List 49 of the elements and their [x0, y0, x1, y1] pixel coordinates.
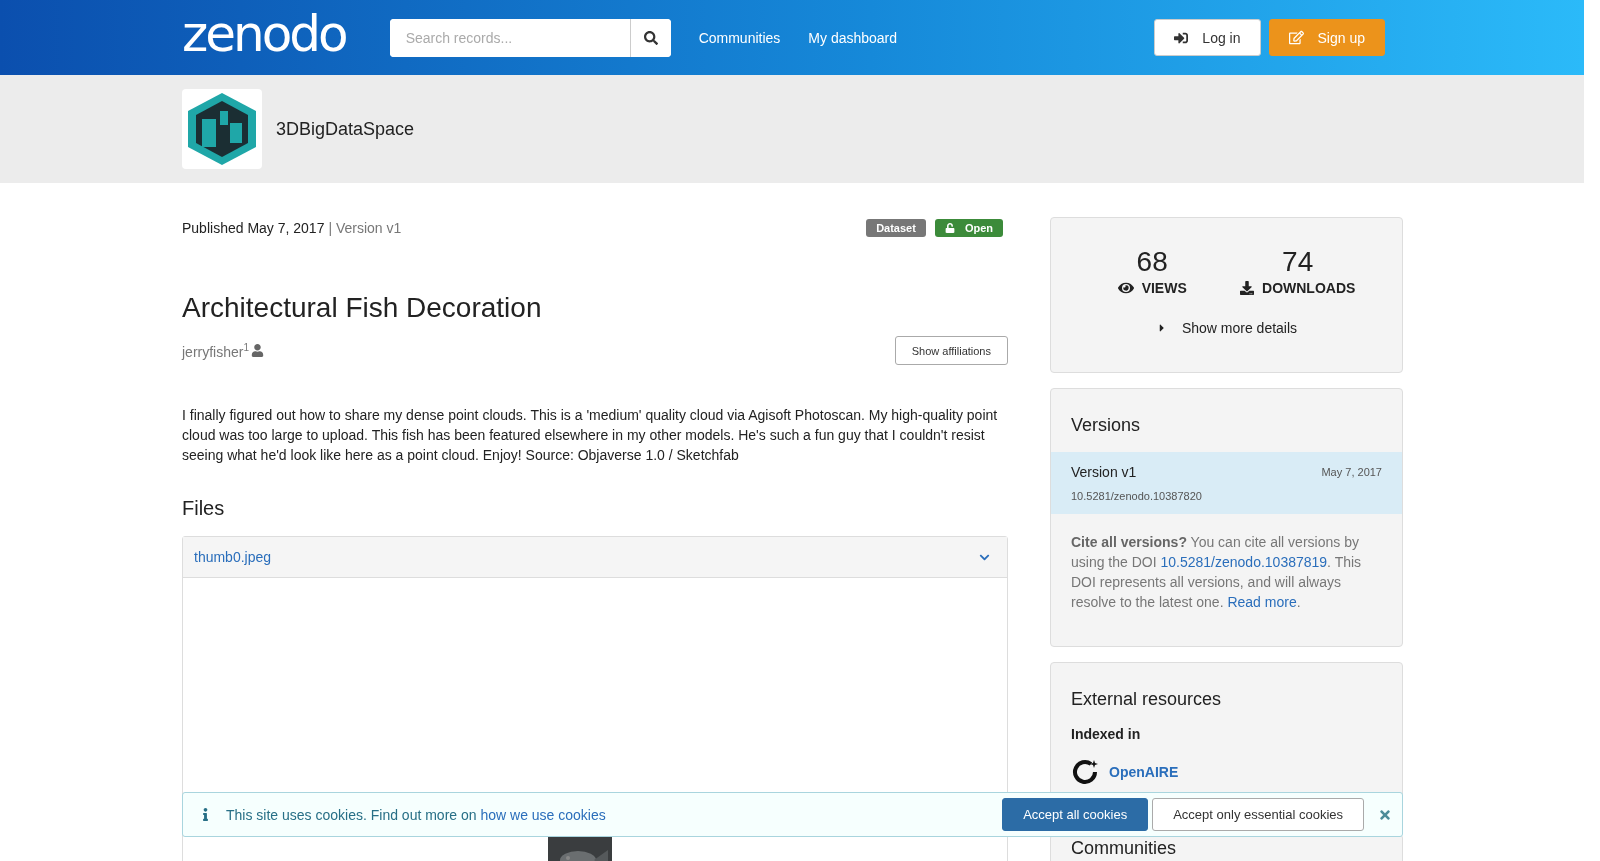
version-doi: 10.5281/zenodo.10387820: [1071, 490, 1203, 502]
search-icon: [643, 30, 658, 45]
eye-icon: [1117, 280, 1134, 296]
doi-link[interactable]: 10.5281/zenodo.10387819: [1160, 554, 1328, 570]
cookie-link[interactable]: how we use cookies: [480, 806, 606, 823]
affiliations-button[interactable]: Show affiliations: [894, 336, 1008, 365]
stat-value: 74: [1282, 248, 1314, 276]
openaire-link[interactable]: OpenAIRE: [1109, 764, 1179, 780]
login-button[interactable]: Log in: [1154, 19, 1261, 56]
nav-link[interactable]: My dashboard: [808, 29, 898, 46]
unlock-icon: [944, 223, 955, 233]
more-details-toggle[interactable]: Show more details: [1155, 320, 1298, 336]
close-button[interactable]: [1378, 807, 1392, 822]
search-field[interactable]: Search records...: [389, 18, 671, 57]
record-description: I finally figured out how to share my dense point clouds. This is a 'medium' quality cloud via Agisoft Photoscan. My high-quality point cloud was too large to upload. This fish has been featured elsewhere in my other models. He's such a fun guy that I couldn't resist seeing what he'd look like here as a point cloud. Enjoy! Source: Objaverse 1.0 / Sketchfab: [182, 406, 999, 465]
versions-heading: Versions: [1070, 414, 1142, 437]
ring-icon: [1071, 758, 1099, 786]
access-badge: Open: [934, 219, 1003, 237]
communities-heading: Communities: [1070, 837, 1178, 860]
external-heading: External resources: [1070, 688, 1223, 711]
site-logo[interactable]: zenodo: [182, 3, 350, 66]
publish-date: Published May 7, 2017: [182, 220, 325, 236]
login-icon: [1174, 30, 1189, 45]
record-title: Architectural Fish Decoration: [182, 292, 543, 324]
stat-label: DOWNLOADS: [1240, 280, 1356, 296]
search-button[interactable]: [629, 18, 671, 57]
community-name[interactable]: 3DBigDataSpace: [276, 118, 415, 140]
cite-text: Cite all versions? You can cite all versions by using the DOI 10.5281/zenodo.10387819. This DOI represents all versions, and will always resolve to the latest one. Read more.: [1070, 533, 1363, 612]
edit-icon: [1288, 30, 1304, 45]
close-icon: [1378, 807, 1392, 822]
accept-all-button[interactable]: Accept all cookies: [1002, 798, 1149, 831]
cookie-text: This site uses cookies. Find out more on how we use cookies: [226, 806, 606, 823]
download-icon: [1240, 281, 1254, 295]
stat-label: VIEWS: [1117, 280, 1187, 296]
version-label: | Version v1: [328, 220, 402, 236]
stat-value: 68: [1136, 248, 1168, 276]
accept-essential-button[interactable]: Accept only essential cookies: [1152, 798, 1364, 831]
indexed-label: Indexed in: [1070, 726, 1142, 742]
nav-link[interactable]: Communities: [698, 29, 781, 46]
user-icon: [251, 344, 265, 357]
version-item[interactable]: Version v1 May 7, 2017 10.5281/zenodo.10387820: [1051, 452, 1402, 514]
version-link[interactable]: Version v1: [1071, 464, 1322, 480]
type-badge: Dataset: [866, 219, 926, 237]
files-heading: Files: [182, 497, 226, 520]
read-more-link[interactable]: Read more: [1227, 594, 1297, 610]
file-link[interactable]: thumb0.jpeg: [194, 549, 272, 565]
author-name[interactable]: jerryfisher$^{1}$: [182, 341, 250, 360]
version-date: May 7, 2017: [1321, 466, 1382, 478]
community-logo-icon[interactable]: [182, 89, 262, 169]
